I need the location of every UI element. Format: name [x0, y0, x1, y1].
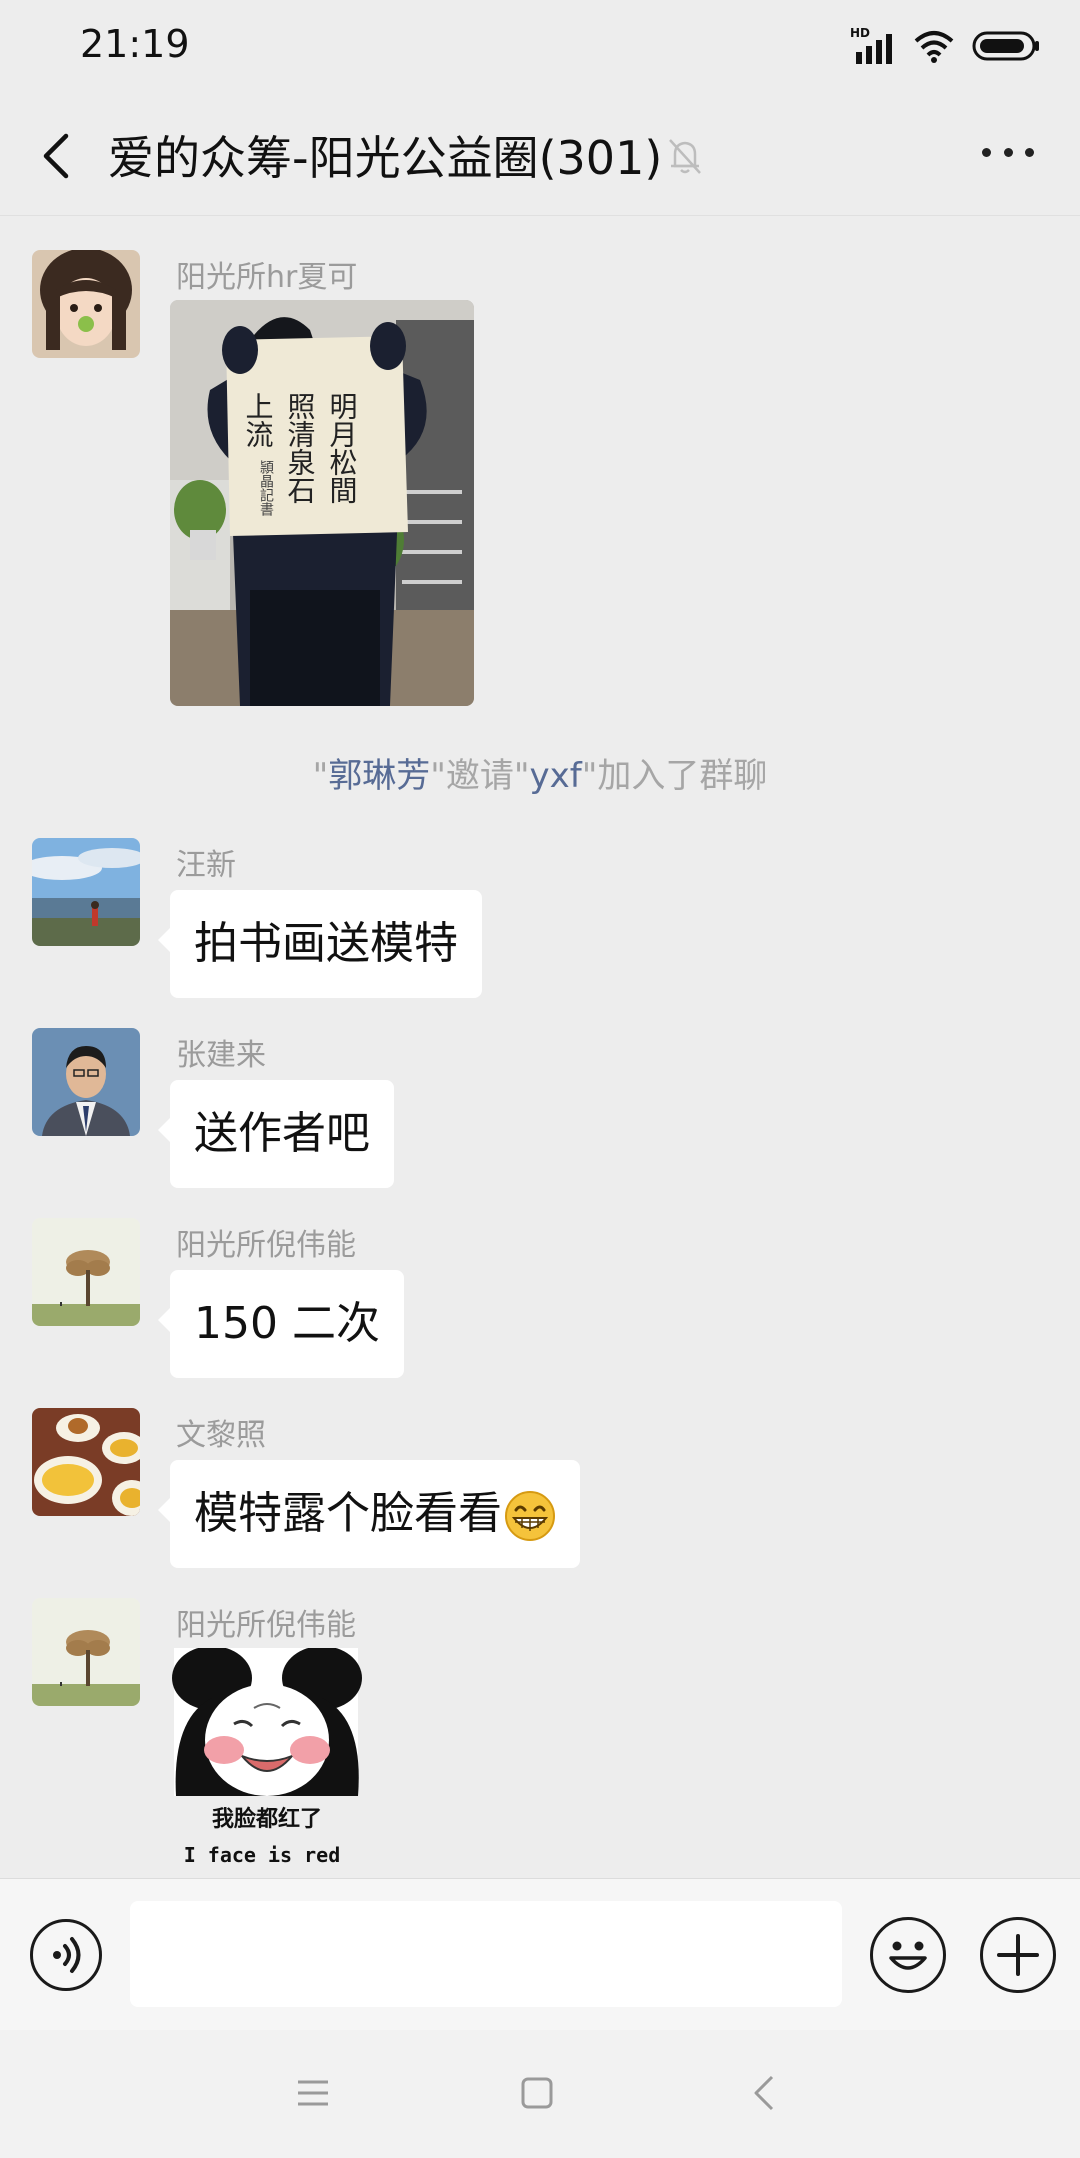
sticker-caption-en: I face is red — [184, 1843, 341, 1867]
cell-signal-icon: HD — [850, 26, 896, 64]
avatar[interactable] — [32, 1028, 140, 1136]
status-icons: HD — [850, 26, 1040, 66]
battery-icon — [972, 31, 1039, 61]
message-bubble[interactable]: 150 二次 — [158, 1270, 404, 1378]
panda-blush-sticker[interactable]: 我脸都红了 I face is red — [172, 1646, 362, 1868]
tree-avatar-image — [32, 1218, 140, 1326]
system-notice: "郭琳芳"邀请"yxf"加入了群聊 — [312, 756, 768, 796]
back-nav-icon[interactable] — [752, 2074, 776, 2112]
calligraphy-column-3: 上流 — [242, 392, 275, 448]
message-text: 模特露个脸看看 — [194, 1488, 502, 1539]
voice-icon — [53, 1937, 81, 1973]
avatar[interactable] — [32, 838, 140, 946]
input-bar — [0, 1878, 1080, 2030]
inviter-name[interactable]: 郭琳芳 — [328, 756, 430, 796]
calligraphy-signature: 頴晶記書 — [258, 460, 274, 517]
avatar[interactable] — [32, 1598, 140, 1706]
calligraphy-column-1: 明月松間 — [326, 392, 359, 504]
chat-header: 爱的众筹-阳光公益圈(301) — [0, 92, 1080, 216]
plus-icon — [997, 1934, 1039, 1976]
sender-name: 阳光所倪伟能 — [176, 1228, 356, 1263]
sender-name: 阳光所hr夏可 — [176, 260, 358, 295]
more-functions-button[interactable] — [980, 1917, 1056, 1993]
avatar[interactable] — [32, 1218, 140, 1326]
back-arrow-icon[interactable] — [34, 130, 78, 182]
tree-avatar-image — [32, 1598, 140, 1706]
sender-name: 文黎照 — [176, 1418, 266, 1453]
message-bubble[interactable]: 送作者吧 — [158, 1080, 394, 1188]
message-bubble[interactable]: 模特露个脸看看 — [158, 1460, 580, 1568]
system-nav-bar — [0, 2030, 1080, 2158]
emoji-button[interactable] — [870, 1917, 946, 1993]
menu-nav-icon[interactable] — [296, 2078, 330, 2108]
sender-name: 汪新 — [176, 848, 236, 883]
status-time: 21:19 — [80, 22, 190, 66]
status-bar: 21:19 HD — [0, 0, 1080, 92]
home-nav-icon[interactable] — [520, 2076, 554, 2110]
sender-name: 阳光所倪伟能 — [176, 1608, 356, 1643]
message-input[interactable] — [130, 1901, 842, 2007]
chat-title[interactable]: 爱的众筹-阳光公益圈(301) — [108, 122, 662, 188]
wifi-icon — [914, 31, 954, 63]
sender-name: 张建来 — [176, 1038, 266, 1073]
voice-input-button[interactable] — [30, 1919, 102, 1991]
smiley-icon — [889, 1941, 927, 1970]
calligraphy-column-2: 照清泉石 — [284, 392, 317, 504]
beach-avatar-image — [32, 838, 140, 946]
grin-emoji-icon — [505, 1491, 555, 1541]
avatar[interactable] — [32, 1408, 140, 1516]
avatar[interactable] — [32, 250, 140, 358]
invitee-name[interactable]: yxf — [530, 756, 582, 796]
man-suit-avatar-image — [32, 1028, 140, 1136]
message-bubble[interactable]: 拍书画送模特 — [158, 890, 482, 998]
calligraphy-photo[interactable]: 上流 照清泉石 明月松間 頴晶記書 — [170, 300, 474, 706]
girl-avatar-image — [32, 250, 140, 358]
sticker-caption-cn: 我脸都红了 — [212, 1806, 322, 1832]
food-plates-avatar-image — [32, 1408, 140, 1516]
more-options-button[interactable] — [982, 142, 1034, 162]
muted-bell-icon — [669, 139, 701, 174]
